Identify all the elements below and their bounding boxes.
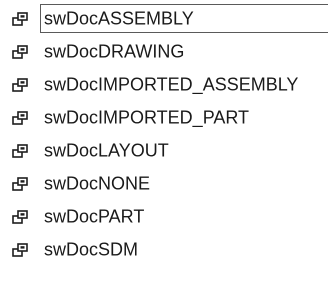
enum-member-icon bbox=[12, 11, 28, 26]
list-item-label: swDocPART bbox=[44, 206, 145, 226]
enum-member-icon bbox=[12, 143, 28, 158]
enum-member-icon bbox=[12, 44, 28, 59]
enum-member-icon bbox=[12, 110, 28, 125]
list-item[interactable]: swDocLAYOUT bbox=[0, 134, 328, 167]
list-item[interactable]: swDocPART bbox=[0, 200, 328, 233]
list-item-label: swDocDRAWING bbox=[44, 41, 185, 61]
list-item-label: swDocIMPORTED_ASSEMBLY bbox=[44, 74, 299, 94]
list-item[interactable]: swDocNONE bbox=[0, 167, 328, 200]
list-item-label: swDocLAYOUT bbox=[44, 140, 169, 160]
list-item-label: swDocIMPORTED_PART bbox=[44, 107, 250, 127]
enum-member-icon bbox=[12, 209, 28, 224]
enum-member-icon bbox=[12, 176, 28, 191]
list-item-label: swDocNONE bbox=[44, 173, 151, 193]
list-item[interactable]: swDocASSEMBLY bbox=[0, 2, 328, 35]
list-item[interactable]: swDocIMPORTED_PART bbox=[0, 101, 328, 134]
list-item-label: swDocSDM bbox=[44, 239, 139, 259]
completion-list: swDocASSEMBLY swDocDRAWING swDocIMPORTED_A… bbox=[0, 2, 328, 266]
list-item[interactable]: swDocSDM bbox=[0, 233, 328, 266]
list-item[interactable]: swDocIMPORTED_ASSEMBLY bbox=[0, 68, 328, 101]
list-item[interactable]: swDocDRAWING bbox=[0, 35, 328, 68]
enum-member-icon bbox=[12, 77, 28, 92]
list-item-label: swDocASSEMBLY bbox=[44, 8, 194, 28]
enum-member-icon bbox=[12, 242, 28, 257]
